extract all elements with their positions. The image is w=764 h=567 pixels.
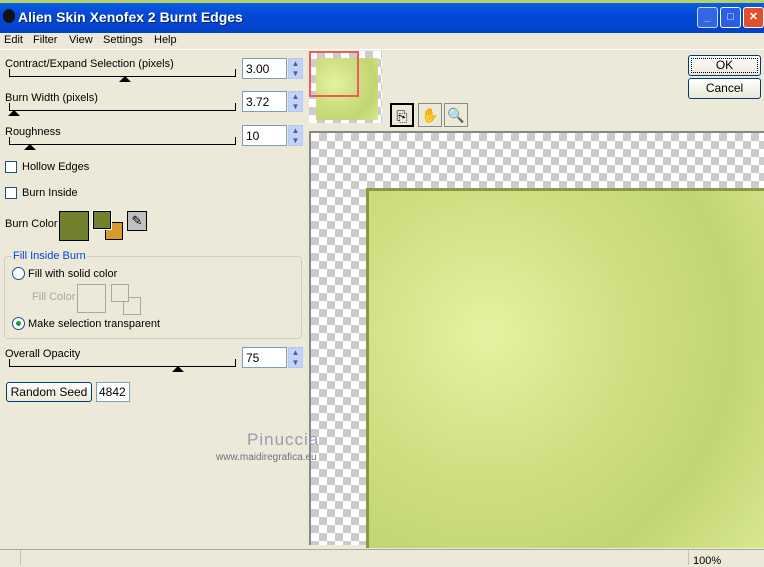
fill-color-swatch xyxy=(77,284,106,313)
watermark-url: www.maidiregrafica.eu xyxy=(216,452,317,463)
close-button[interactable]: ✕ xyxy=(743,7,764,28)
ok-button[interactable]: OK xyxy=(688,55,761,76)
hand-tool-icon[interactable]: ✋ xyxy=(418,103,442,127)
viewport-rectangle[interactable] xyxy=(309,51,359,97)
status-bar xyxy=(0,549,764,565)
roughness-slider-thumb[interactable] xyxy=(24,144,36,150)
status-divider xyxy=(688,550,689,565)
menu-help[interactable]: Help xyxy=(154,34,177,46)
fill-solid-label: Fill with solid color xyxy=(28,268,118,280)
burn-inside-checkbox[interactable] xyxy=(5,187,17,199)
opacity-spinner[interactable]: ▲ ▼ xyxy=(288,347,303,368)
menu-view[interactable]: View xyxy=(69,34,93,46)
zoom-tool-icon[interactable]: 🔍 xyxy=(444,103,468,127)
contract-slider-thumb[interactable] xyxy=(119,76,131,82)
random-seed-button[interactable]: Random Seed xyxy=(6,382,92,402)
menu-filter[interactable]: Filter xyxy=(33,34,57,46)
burn-inside-label: Burn Inside xyxy=(22,187,78,199)
burn-color-label: Burn Color xyxy=(5,218,58,230)
fill-primary-swatch xyxy=(111,284,129,302)
minimize-button[interactable]: _ xyxy=(697,7,718,28)
opacity-slider[interactable] xyxy=(9,359,236,367)
burn-width-spinner[interactable]: ▲ ▼ xyxy=(288,91,303,112)
window-title: Alien Skin Xenofex 2 Burnt Edges xyxy=(18,9,243,25)
hollow-edges-checkbox[interactable] xyxy=(5,161,17,173)
menu-edit[interactable]: Edit xyxy=(4,34,23,46)
fill-solid-radio[interactable] xyxy=(12,267,25,280)
contract-spinner[interactable]: ▲ ▼ xyxy=(288,58,303,79)
primary-color-swatch[interactable] xyxy=(92,210,112,230)
navigator-thumbnail[interactable] xyxy=(309,51,382,123)
roughness-input[interactable]: 10 xyxy=(242,125,287,146)
menu-settings[interactable]: Settings xyxy=(103,34,143,46)
app-icon xyxy=(3,9,15,23)
burn-width-input[interactable]: 3.72 xyxy=(242,91,287,112)
preview-canvas[interactable] xyxy=(309,131,764,548)
status-divider xyxy=(20,550,21,565)
contract-input[interactable]: 3.00 xyxy=(242,58,287,79)
fill-inside-legend: Fill Inside Burn xyxy=(12,250,87,262)
maximize-button[interactable]: □ xyxy=(720,7,741,28)
eyedropper-icon[interactable]: ✎ xyxy=(127,211,147,231)
preview-image xyxy=(366,188,764,548)
cancel-button[interactable]: Cancel xyxy=(688,78,761,99)
burn-width-slider-thumb[interactable] xyxy=(8,110,20,116)
fill-color-label: Fill Color xyxy=(32,291,76,303)
opacity-slider-thumb[interactable] xyxy=(172,366,184,372)
make-transparent-label: Make selection transparent xyxy=(28,318,161,330)
burn-width-slider[interactable] xyxy=(9,103,236,111)
random-seed-input[interactable]: 4842 xyxy=(96,382,130,402)
preview-compare-icon[interactable]: ⎘ xyxy=(390,103,414,127)
burn-color-swatch[interactable] xyxy=(59,211,89,241)
roughness-spinner[interactable]: ▲ ▼ xyxy=(288,125,303,146)
zoom-level: 100% xyxy=(693,555,722,567)
make-transparent-radio[interactable] xyxy=(12,317,25,330)
watermark-name: Pinuccia xyxy=(247,430,320,449)
roughness-slider[interactable] xyxy=(9,137,236,145)
hollow-edges-label: Hollow Edges xyxy=(22,161,90,173)
opacity-input[interactable]: 75 xyxy=(242,347,287,368)
